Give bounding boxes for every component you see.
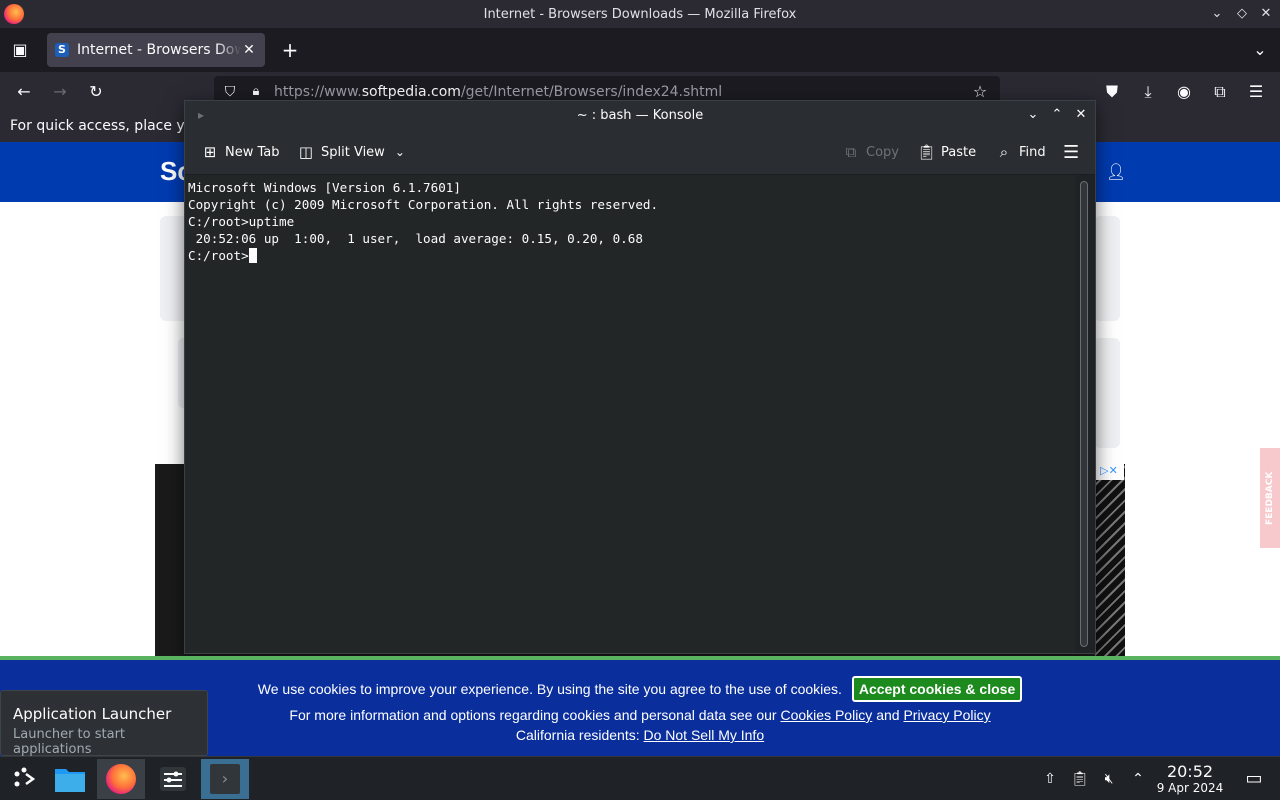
cookie-message: We use cookies to improve your experienc…	[257, 681, 842, 697]
terminal-line: C:/root>uptime	[188, 214, 295, 229]
user-icon[interactable]: 👤︎	[1106, 162, 1126, 182]
tracking-shield-icon[interactable]: ⛉	[220, 82, 240, 102]
paste-button[interactable]: 📋︎ Paste	[917, 141, 976, 163]
url-domain: softpedia.com	[361, 84, 461, 100]
konsole-titlebar: ▸ ~ : bash — Konsole ⌄ ⌃ ✕	[185, 101, 1095, 129]
bookmarks-hint: For quick access, place yo	[10, 118, 194, 134]
digital-clock[interactable]: 20:52 9 Apr 2024	[1150, 763, 1230, 796]
clipboard-icon[interactable]: 📋︎	[1070, 769, 1090, 789]
ad-image	[1095, 464, 1125, 656]
terminal-prompt-line: C:/root>	[188, 247, 1072, 264]
close-icon[interactable]: ✕	[1071, 105, 1091, 125]
privacy-policy-link[interactable]: Privacy Policy	[903, 707, 990, 723]
content-card	[1094, 216, 1120, 321]
cookie-info-text: For more information and options regardi…	[289, 707, 777, 723]
konsole-toolbar: ⊞ New Tab ◫ Split View ⌄ ⧉ Copy 📋︎ Paste ⌕ Fi…	[185, 129, 1095, 175]
terminal-cursor	[248, 248, 257, 263]
close-window-icon[interactable]: ✕	[1258, 6, 1274, 22]
volume-muted-icon[interactable]: 🔇︎	[1099, 769, 1119, 789]
copy-icon: ⧉	[845, 143, 857, 161]
pocket-icon[interactable]: ⛊	[1102, 82, 1122, 102]
terminal-output[interactable]: Microsoft Windows [Version 6.1.7601] Copy…	[185, 175, 1075, 653]
firefox-view-icon[interactable]: ▣	[10, 40, 30, 60]
taskbar-firefox[interactable]	[97, 759, 145, 799]
tab-strip: ▣ S Internet - Browsers Downloads ✕ + ⌄	[0, 28, 1280, 72]
firefox-titlebar: Internet - Browsers Downloads — Mozilla …	[0, 0, 1280, 28]
tooltip-subtitle: Launcher to start applications	[13, 727, 126, 757]
clock-date: 9 Apr 2024	[1156, 781, 1224, 795]
find-button[interactable]: ⌕ Find	[995, 141, 1046, 163]
konsole-app-icon: ▸	[197, 108, 205, 122]
new-tab-icon[interactable]: +	[280, 40, 300, 60]
accept-cookies-button[interactable]: Accept cookies & close	[851, 676, 1023, 702]
lock-icon[interactable]: 🔒︎	[246, 82, 266, 102]
folder-icon	[55, 769, 85, 792]
back-icon[interactable]: ←	[14, 82, 34, 102]
forward-icon[interactable]: →	[50, 82, 70, 102]
update-notifier-icon[interactable]: ⇧	[1040, 769, 1060, 789]
ad-choices-icon[interactable]: ▷✕	[1094, 464, 1124, 480]
minimize-icon[interactable]: ⌄	[1209, 6, 1225, 22]
firefox-logo-icon	[4, 4, 24, 24]
window-title: Internet - Browsers Downloads — Mozilla …	[483, 6, 797, 22]
taskbar-files[interactable]	[46, 759, 94, 799]
account-icon[interactable]: ◉	[1174, 82, 1194, 102]
konsole-title: ~ : bash — Konsole	[576, 107, 704, 123]
paste-icon: 📋︎	[917, 143, 937, 161]
app-menu-icon[interactable]: ☰	[1246, 82, 1266, 102]
terminal-line: Microsoft Windows [Version 6.1.7601]	[188, 180, 461, 195]
terminal-scrollbar[interactable]	[1080, 181, 1088, 647]
tab-title: Internet - Browsers Downloads	[77, 42, 241, 58]
new-tab-button[interactable]: ⊞ New Tab	[201, 141, 280, 163]
sliders-icon	[160, 767, 186, 791]
cookie-and-text: and	[876, 707, 900, 723]
launcher-icon	[14, 767, 36, 787]
softpedia-favicon-icon: S	[55, 43, 69, 57]
downloads-icon[interactable]: ⤓	[1138, 82, 1158, 102]
konsole-icon: ›	[210, 764, 240, 794]
hamburger-menu-icon[interactable]: ☰	[1063, 141, 1079, 163]
terminal-line: Copyright (c) 2009 Microsoft Corporation…	[188, 197, 659, 212]
maximize-icon[interactable]: ◇	[1234, 6, 1250, 22]
application-launcher-button[interactable]	[0, 759, 48, 799]
split-view-button[interactable]: ◫ Split View ⌄	[297, 141, 405, 163]
taskbar-settings[interactable]	[149, 759, 197, 799]
taskbar: › ⇧ 📋︎ 🔇︎ ⌃ 20:52 9 Apr 2024 ▭	[0, 756, 1280, 800]
do-not-sell-link[interactable]: Do Not Sell My Info	[644, 727, 765, 743]
content-card	[1094, 338, 1120, 448]
clock-time: 20:52	[1166, 762, 1214, 781]
extensions-icon[interactable]: ⧉	[1210, 82, 1230, 102]
list-tabs-icon[interactable]: ⌄	[1250, 40, 1270, 60]
terminal-prompt: C:/root>	[188, 248, 249, 263]
california-text: California residents:	[515, 727, 640, 743]
system-tray-expand-icon[interactable]: ⌃	[1128, 769, 1148, 789]
split-view-icon: ◫	[298, 143, 314, 161]
show-desktop-icon[interactable]: ▭	[1244, 769, 1264, 789]
new-tab-icon: ⊞	[203, 143, 217, 161]
tooltip-title: Application Launcher	[13, 705, 172, 723]
firefox-icon	[106, 764, 136, 794]
url-path: /get/Internet/Browsers/index24.shtml	[460, 84, 723, 100]
chevron-down-icon: ⌄	[394, 145, 405, 159]
bookmark-star-icon[interactable]: ☆	[970, 82, 990, 102]
url-prefix: https://www.	[274, 84, 362, 100]
launcher-tooltip: Application Launcher Launcher to start a…	[0, 690, 208, 757]
reload-icon[interactable]: ↻	[86, 82, 106, 102]
copy-button[interactable]: ⧉ Copy	[842, 141, 899, 163]
maximize-icon[interactable]: ⌃	[1047, 105, 1067, 125]
konsole-window: ▸ ~ : bash — Konsole ⌄ ⌃ ✕ ⊞ New Tab ◫ Spl…	[184, 100, 1096, 654]
tab-softpedia[interactable]: S Internet - Browsers Downloads ✕	[47, 33, 265, 67]
minimize-icon[interactable]: ⌄	[1023, 105, 1043, 125]
feedback-tab[interactable]: FEEDBACK	[1260, 448, 1280, 548]
cookies-policy-link[interactable]: Cookies Policy	[780, 707, 872, 723]
taskbar-konsole[interactable]: ›	[201, 759, 249, 799]
close-tab-icon[interactable]: ✕	[241, 42, 257, 58]
search-icon: ⌕	[999, 143, 1009, 161]
terminal-line: 20:52:06 up 1:00, 1 user, load average: …	[188, 231, 643, 246]
